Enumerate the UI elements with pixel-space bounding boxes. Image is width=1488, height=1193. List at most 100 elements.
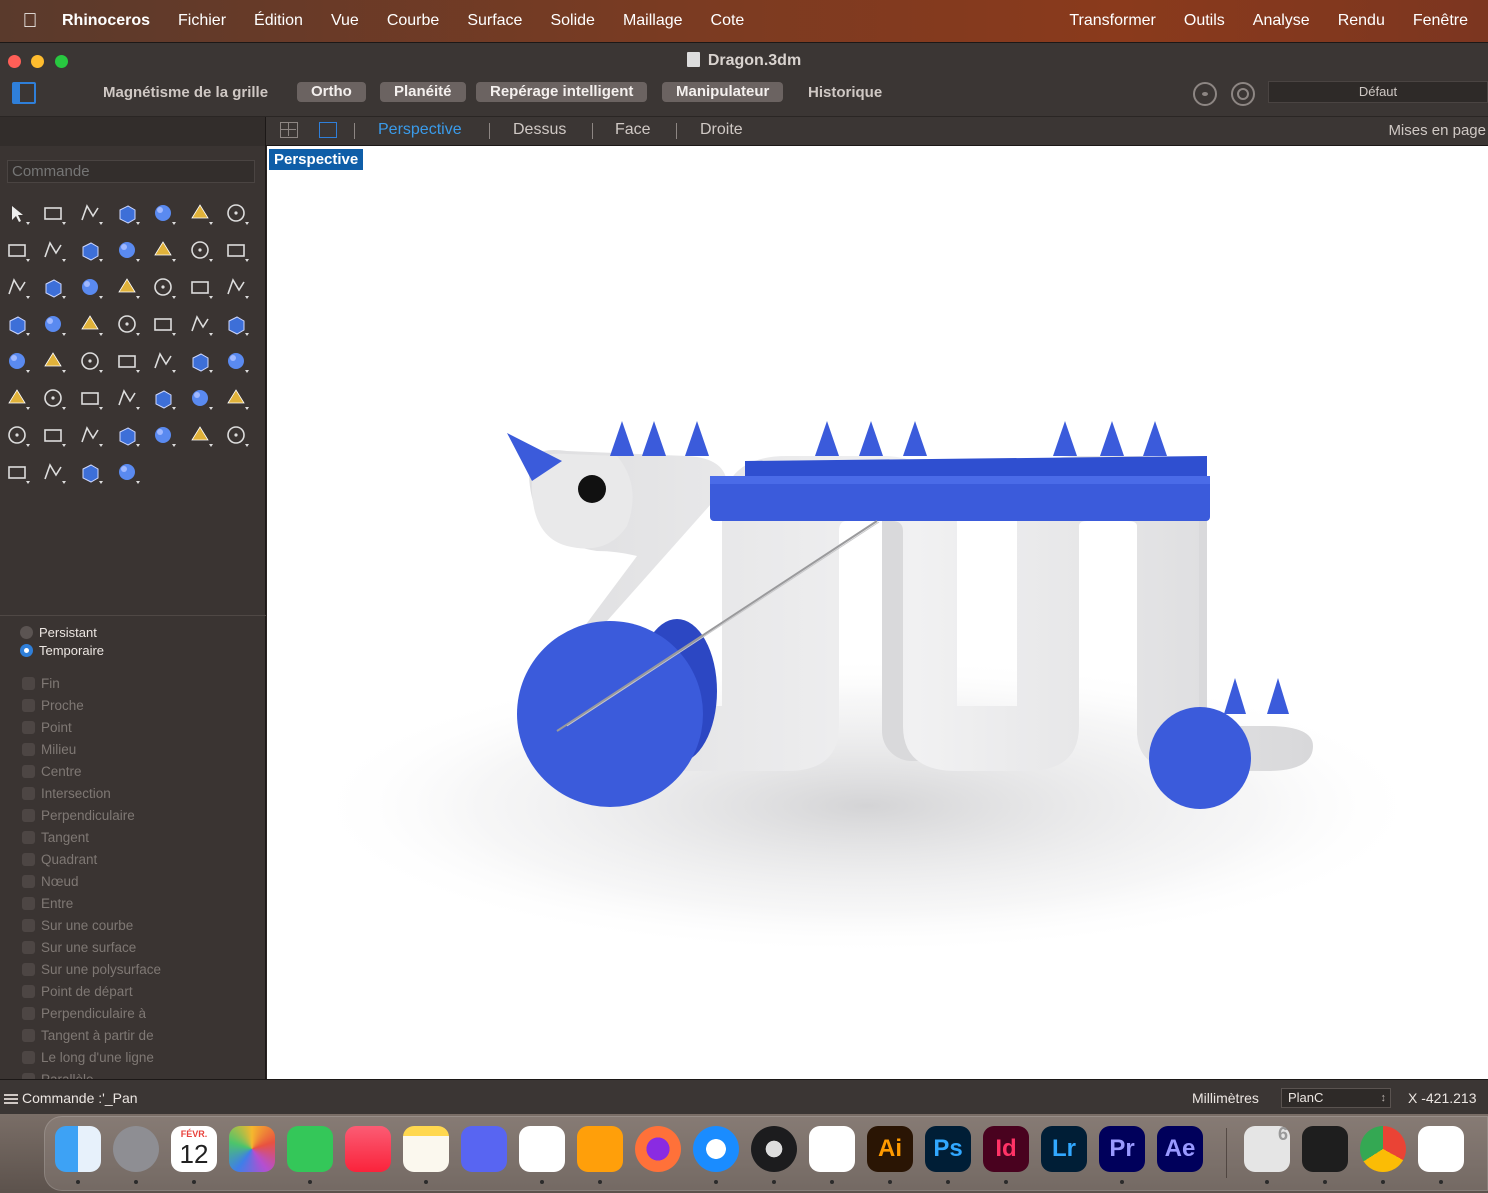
- photoshop-dock-icon[interactable]: Ps: [925, 1126, 971, 1172]
- render-sphere-icon[interactable]: [223, 422, 251, 450]
- extend-icon[interactable]: [114, 274, 142, 302]
- finder-dock-icon[interactable]: [55, 1126, 101, 1172]
- osnap-checkbox[interactable]: Point de départ: [22, 984, 133, 999]
- osnap-checkbox[interactable]: Perpendiculaire: [22, 808, 135, 823]
- group-icon[interactable]: [40, 422, 68, 450]
- surface-icon[interactable]: [114, 237, 142, 265]
- premiere-dock-icon[interactable]: Pr: [1099, 1126, 1145, 1172]
- tab-face[interactable]: Face: [615, 121, 651, 139]
- solid-icon[interactable]: [4, 348, 32, 376]
- cone-icon[interactable]: [223, 348, 251, 376]
- dimension-icon[interactable]: [223, 311, 251, 339]
- layer-select[interactable]: Défaut: [1268, 81, 1488, 103]
- pages-dock-icon[interactable]: [577, 1126, 623, 1172]
- indesign-dock-icon[interactable]: Id: [983, 1126, 1029, 1172]
- rhino-dock-icon[interactable]: 6: [1244, 1124, 1290, 1172]
- grid-snap-toggle[interactable]: Magnétisme de la grille: [103, 84, 268, 101]
- calendar-dock-icon[interactable]: FÉVR. 12: [171, 1126, 217, 1172]
- osnap-checkbox[interactable]: Nœud: [22, 874, 79, 889]
- osnap-checkbox[interactable]: Milieu: [22, 742, 76, 757]
- point-icon[interactable]: [40, 200, 68, 228]
- material-icon[interactable]: [40, 459, 68, 487]
- chrome-dock-icon[interactable]: [1360, 1126, 1406, 1172]
- menu-maillage[interactable]: Maillage: [609, 12, 697, 30]
- mesh-icon[interactable]: [4, 422, 32, 450]
- osnap-checkbox[interactable]: Sur une surface: [22, 940, 136, 955]
- osnap-checkbox[interactable]: Entre: [22, 896, 73, 911]
- photos-dock-icon[interactable]: [229, 1126, 275, 1172]
- orbit-icon[interactable]: [187, 385, 215, 413]
- osnap-checkbox[interactable]: Proche: [22, 698, 84, 713]
- firefox-dock-icon[interactable]: [635, 1126, 681, 1172]
- osnap-persistent-radio[interactable]: Persistant: [20, 625, 97, 640]
- menu-transformer[interactable]: Transformer: [1055, 12, 1170, 30]
- viewport-label[interactable]: Perspective: [269, 149, 364, 170]
- single-viewport-icon[interactable]: [319, 122, 337, 138]
- menu-rendu[interactable]: Rendu: [1324, 12, 1399, 30]
- osnap-checkbox[interactable]: Perpendiculaire à: [22, 1006, 146, 1021]
- arc-icon[interactable]: [40, 237, 68, 265]
- illustrator-dock-icon[interactable]: Ai: [867, 1126, 913, 1172]
- zoom-window-icon[interactable]: [77, 385, 105, 413]
- vscode-dock-icon[interactable]: [519, 1126, 565, 1172]
- apple-menu-icon[interactable]: : [0, 10, 60, 33]
- menu-icon[interactable]: [4, 1094, 18, 1104]
- osnap-checkbox[interactable]: Fin: [22, 676, 60, 691]
- osnap-temporary-radio[interactable]: Temporaire: [20, 643, 104, 658]
- menu-courbe[interactable]: Courbe: [373, 12, 453, 30]
- explode-icon[interactable]: [77, 274, 105, 302]
- points-icon[interactable]: [4, 311, 32, 339]
- history-toggle[interactable]: Historique: [808, 84, 882, 101]
- fillet-curve-icon[interactable]: [77, 237, 105, 265]
- array-icon[interactable]: [187, 311, 215, 339]
- osnap-checkbox[interactable]: Point: [22, 720, 72, 735]
- discord-dock-icon[interactable]: [461, 1126, 507, 1172]
- acrobat-dock-icon[interactable]: [809, 1126, 855, 1172]
- offset-icon[interactable]: [77, 311, 105, 339]
- ellipse-icon[interactable]: [187, 200, 215, 228]
- spotlight-icon[interactable]: [77, 459, 105, 487]
- plane-icon[interactable]: [40, 274, 68, 302]
- gumball-toggle[interactable]: Manipulateur: [662, 82, 784, 102]
- smart-track-toggle[interactable]: Repérage intelligent: [476, 82, 648, 102]
- units-label[interactable]: Millimètres: [1192, 1090, 1259, 1106]
- safari-dock-icon[interactable]: [693, 1126, 739, 1172]
- zoom-selected-icon[interactable]: [150, 385, 178, 413]
- trim-icon[interactable]: [187, 274, 215, 302]
- curve-icon[interactable]: [114, 200, 142, 228]
- osnap-checkbox[interactable]: Le long d'une ligne: [22, 1050, 154, 1065]
- zoom-extents-icon[interactable]: [114, 385, 142, 413]
- color-wheel-icon[interactable]: [187, 422, 215, 450]
- menu-analyse[interactable]: Analyse: [1239, 12, 1324, 30]
- text-icon[interactable]: [114, 311, 142, 339]
- after-effects-dock-icon[interactable]: Ae: [1157, 1126, 1203, 1172]
- rectangle-icon[interactable]: [4, 237, 32, 265]
- menu-cote[interactable]: Cote: [697, 12, 759, 30]
- cylinder-icon[interactable]: [4, 274, 32, 302]
- check-icon[interactable]: [187, 348, 215, 376]
- osnap-checkbox[interactable]: Sur une courbe: [22, 918, 133, 933]
- system-settings-dock-icon[interactable]: [113, 1126, 159, 1172]
- menu-surface[interactable]: Surface: [453, 12, 536, 30]
- box-icon[interactable]: [187, 237, 215, 265]
- sphere-icon[interactable]: [223, 237, 251, 265]
- surface-edge-icon[interactable]: [150, 237, 178, 265]
- car-icon[interactable]: [223, 385, 251, 413]
- sidebar-toggle-icon[interactable]: [12, 82, 36, 104]
- messages-dock-icon[interactable]: [287, 1126, 333, 1172]
- lightroom-dock-icon[interactable]: Lr: [1041, 1126, 1087, 1172]
- pipe-icon[interactable]: [114, 348, 142, 376]
- environment-icon[interactable]: [4, 459, 32, 487]
- planar-toggle[interactable]: Planéité: [380, 82, 466, 102]
- arc-curve-icon[interactable]: [40, 311, 68, 339]
- zoom-icon[interactable]: [40, 385, 68, 413]
- tab-perspective[interactable]: Perspective: [378, 121, 462, 139]
- app-extra-dock-icon[interactable]: [1418, 1126, 1464, 1172]
- extrude-icon[interactable]: [150, 348, 178, 376]
- polyline-icon[interactable]: [77, 200, 105, 228]
- menu-fenetre[interactable]: Fenêtre: [1399, 12, 1488, 30]
- osnap-checkbox[interactable]: Quadrant: [22, 852, 97, 867]
- menu-app-name[interactable]: Rhinoceros: [60, 12, 164, 30]
- split-icon[interactable]: [150, 274, 178, 302]
- menu-edition[interactable]: Édition: [240, 12, 317, 30]
